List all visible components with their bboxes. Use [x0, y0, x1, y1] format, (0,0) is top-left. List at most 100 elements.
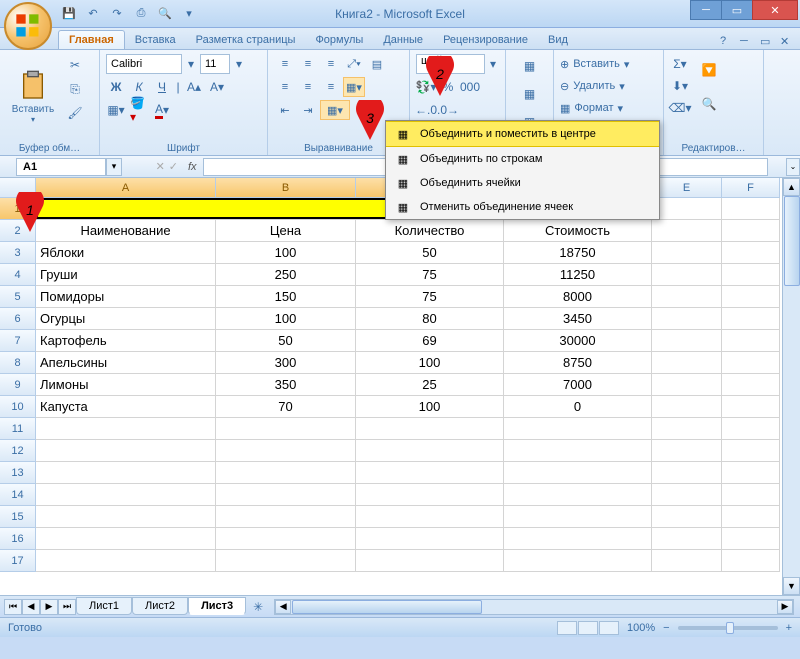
cell[interactable]	[722, 396, 780, 418]
col-header-A[interactable]: A	[36, 178, 216, 198]
enter-formula-icon[interactable]: ✓	[169, 160, 178, 173]
cell[interactable]: 75	[356, 264, 504, 286]
row-header-13[interactable]: 13	[0, 462, 36, 484]
qat-print-icon[interactable]: ⎙	[132, 5, 150, 23]
tab-formulas[interactable]: Формулы	[305, 31, 373, 49]
underline-button[interactable]: Ч	[152, 77, 172, 97]
cell[interactable]	[722, 374, 780, 396]
cell[interactable]	[652, 242, 722, 264]
row-header-9[interactable]: 9	[0, 374, 36, 396]
merge-across-item[interactable]: ▦ Объединить по строкам	[386, 147, 659, 171]
cell[interactable]: 69	[356, 330, 504, 352]
row-header-11[interactable]: 11	[0, 418, 36, 440]
cell[interactable]: 8750	[504, 352, 652, 374]
cell[interactable]	[504, 506, 652, 528]
cell[interactable]	[652, 550, 722, 572]
copy-button[interactable]: ⎘	[64, 78, 86, 100]
cell[interactable]	[216, 506, 356, 528]
merge-center-item[interactable]: ▦ Объединить и поместить в центре	[386, 121, 659, 147]
format-cells-button[interactable]: ▦Формат ▾	[560, 98, 657, 118]
cut-button[interactable]: ✂	[64, 54, 86, 76]
cancel-formula-icon[interactable]: ✕	[156, 160, 165, 173]
fx-icon[interactable]: fx	[188, 161, 197, 173]
tab-insert[interactable]: Вставка	[125, 31, 186, 49]
row-header-16[interactable]: 16	[0, 528, 36, 550]
cell[interactable]: Апельсины	[36, 352, 216, 374]
fill-button[interactable]: ⬇▾	[670, 76, 690, 96]
cell[interactable]	[652, 462, 722, 484]
cell[interactable]	[356, 440, 504, 462]
sheet-nav-last[interactable]: ⏭	[58, 599, 76, 615]
cell[interactable]	[36, 528, 216, 550]
format-painter-button[interactable]: 🖌	[64, 102, 86, 124]
sheet-nav-first[interactable]: ⏮	[4, 599, 22, 615]
cell[interactable]	[356, 550, 504, 572]
font-name-select[interactable]: Calibri	[106, 54, 182, 74]
cell[interactable]: 11250	[504, 264, 652, 286]
number-format-select[interactable]: щий	[416, 54, 485, 74]
cell[interactable]	[722, 462, 780, 484]
cell[interactable]: 0	[504, 396, 652, 418]
qat-preview-icon[interactable]: 🔍	[156, 5, 174, 23]
view-pagelayout-button[interactable]	[578, 621, 598, 635]
row-header-14[interactable]: 14	[0, 484, 36, 506]
help-icon[interactable]: ?	[720, 35, 734, 49]
insert-cells-button[interactable]: ⊕Вставить ▾	[560, 54, 657, 74]
cell[interactable]	[504, 440, 652, 462]
cell[interactable]	[722, 440, 780, 462]
cell[interactable]: 3450	[504, 308, 652, 330]
row-header-10[interactable]: 10	[0, 396, 36, 418]
office-button[interactable]	[4, 2, 52, 50]
cell[interactable]	[652, 374, 722, 396]
cell[interactable]	[652, 220, 722, 242]
cell[interactable]: Лимоны	[36, 374, 216, 396]
find-select-button[interactable]: 🔍	[693, 88, 725, 120]
align-right-button[interactable]: ≡	[320, 77, 342, 97]
cell[interactable]	[36, 440, 216, 462]
cells-area[interactable]: НаименованиеЦенаКоличествоСтоимостьЯблок…	[36, 198, 782, 572]
cell[interactable]: Огурцы	[36, 308, 216, 330]
row-header-7[interactable]: 7	[0, 330, 36, 352]
merge-cells-item[interactable]: ▦ Объединить ячейки	[386, 171, 659, 195]
font-size-select[interactable]: 11	[200, 54, 230, 74]
cell[interactable]	[652, 396, 722, 418]
cell[interactable]	[722, 198, 780, 220]
cell[interactable]	[216, 528, 356, 550]
row-header-15[interactable]: 15	[0, 506, 36, 528]
cell[interactable]	[356, 484, 504, 506]
cell[interactable]	[722, 264, 780, 286]
cell[interactable]	[652, 440, 722, 462]
merge-split-button[interactable]: ▦▾	[320, 100, 350, 120]
cell[interactable]	[652, 286, 722, 308]
row-header-4[interactable]: 4	[0, 264, 36, 286]
cell[interactable]	[652, 484, 722, 506]
cell[interactable]: 100	[356, 352, 504, 374]
cell[interactable]: Наименование	[36, 220, 216, 242]
cell[interactable]	[652, 418, 722, 440]
cell[interactable]	[36, 550, 216, 572]
bold-button[interactable]: Ж	[106, 77, 126, 97]
cell[interactable]	[504, 550, 652, 572]
paste-button[interactable]: Вставить ▾	[6, 54, 60, 139]
name-box-dropdown[interactable]: ▾	[106, 158, 122, 176]
tab-review[interactable]: Рецензирование	[433, 31, 538, 49]
decrease-decimal-button[interactable]: .0→	[438, 100, 458, 120]
row-header-6[interactable]: 6	[0, 308, 36, 330]
font-size-drop-icon[interactable]: ▾	[233, 54, 245, 74]
cell[interactable]	[36, 484, 216, 506]
name-box[interactable]: A1	[16, 158, 106, 176]
col-header-F[interactable]: F	[722, 178, 780, 198]
cell[interactable]	[356, 528, 504, 550]
sheet-nav-next[interactable]: ▶	[40, 599, 58, 615]
italic-button[interactable]: К	[129, 77, 149, 97]
scroll-down-button[interactable]: ▼	[783, 577, 800, 595]
row-header-12[interactable]: 12	[0, 440, 36, 462]
cell[interactable]	[722, 550, 780, 572]
view-pagebreak-button[interactable]	[599, 621, 619, 635]
cell[interactable]	[722, 286, 780, 308]
align-left-button[interactable]: ≡	[274, 77, 296, 97]
row-header-17[interactable]: 17	[0, 550, 36, 572]
cell[interactable]: 150	[216, 286, 356, 308]
borders-button[interactable]: ▦▾	[106, 100, 126, 120]
unmerge-item[interactable]: ▦ Отменить объединение ячеек	[386, 195, 659, 219]
